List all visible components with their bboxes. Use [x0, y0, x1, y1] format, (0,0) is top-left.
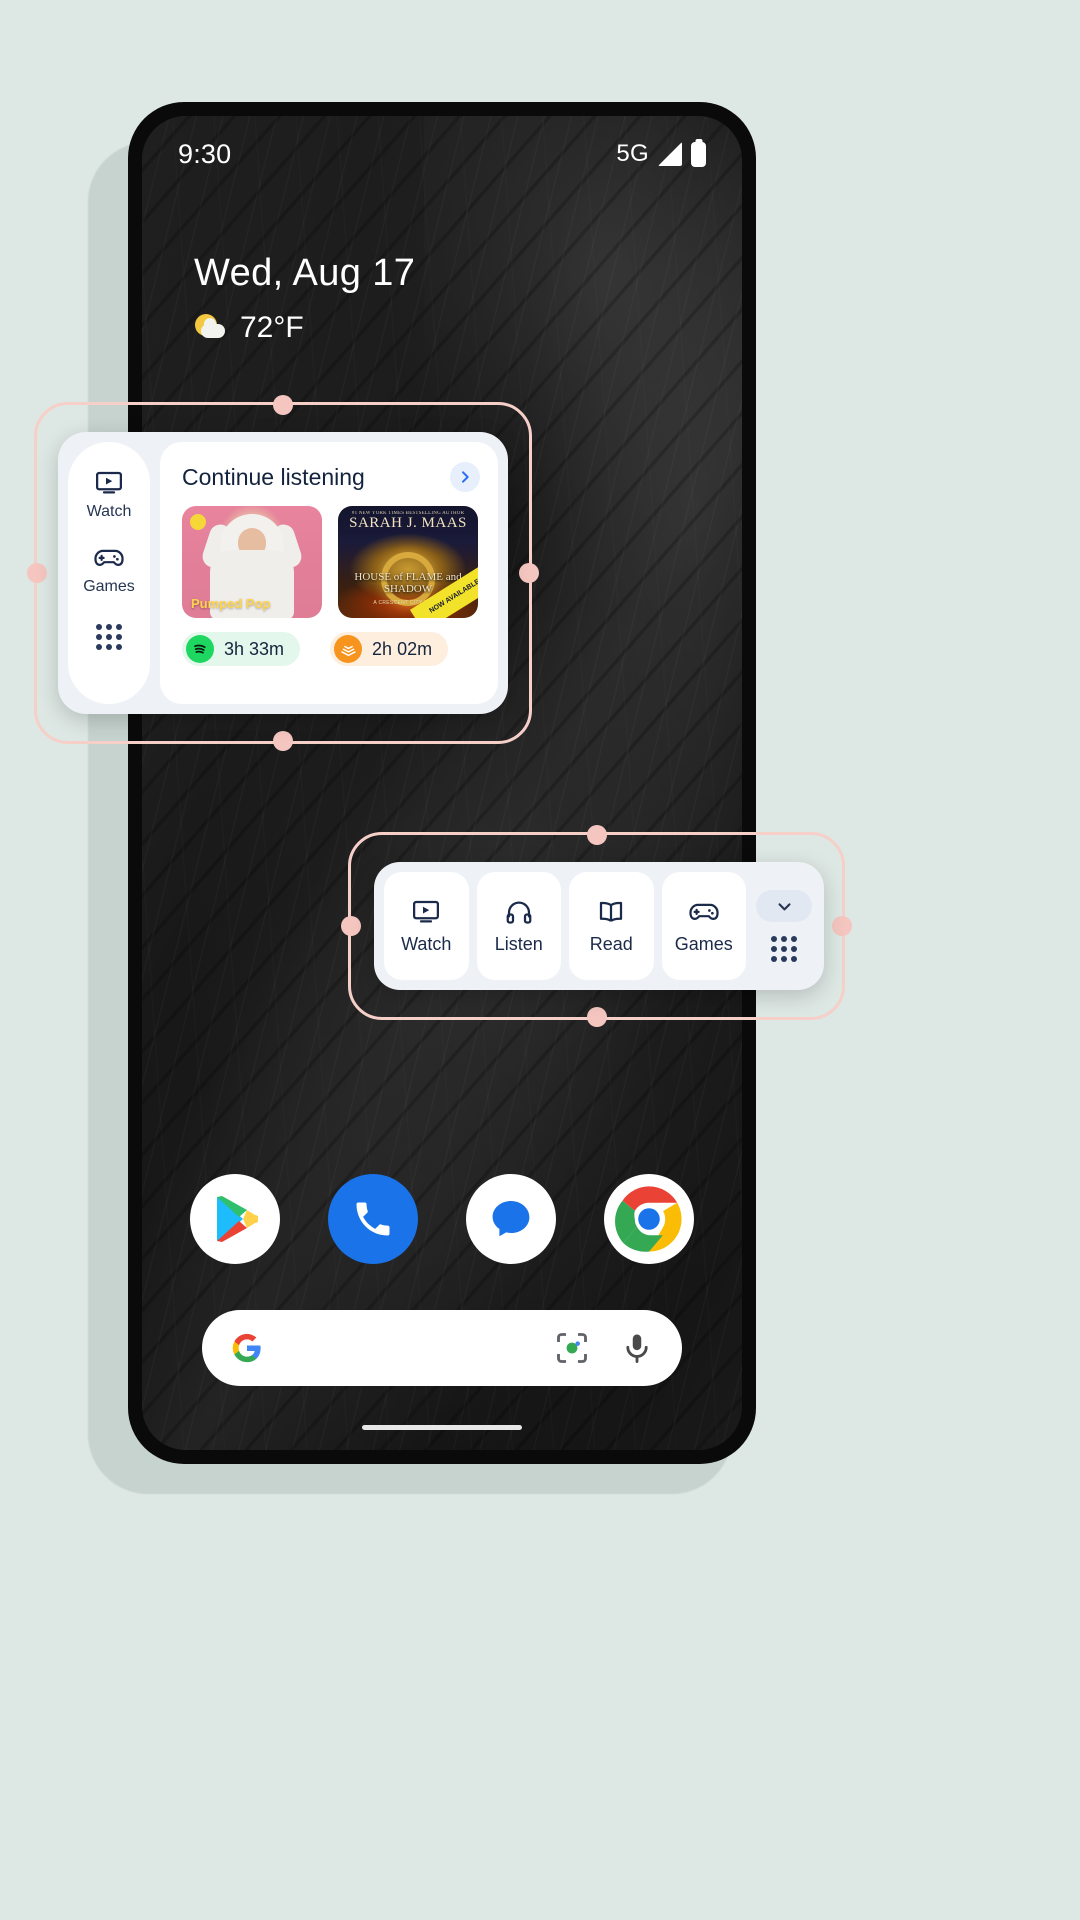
chip-spotify[interactable]: 3h 33m: [182, 632, 301, 666]
chevron-right-icon[interactable]: [450, 462, 480, 492]
app-grid-icon[interactable]: [771, 936, 797, 962]
at-a-glance[interactable]: Wed, Aug 17 72°F: [194, 252, 415, 345]
status-bar: 9:30 5G: [142, 116, 742, 192]
microphone-icon[interactable]: [620, 1331, 654, 1365]
widget-two-aside: [754, 872, 814, 980]
media-card-playlist[interactable]: Pumped Pop: [182, 506, 322, 618]
rail-label-games: Games: [83, 578, 135, 595]
headphones-icon: [504, 897, 534, 927]
rail-label-watch: Watch: [86, 503, 132, 520]
chrome-icon[interactable]: [604, 1174, 694, 1264]
category-tile-listen[interactable]: Listen: [476, 872, 561, 980]
callout2-handle-right[interactable]: [832, 916, 852, 936]
google-search-bar[interactable]: [202, 1310, 682, 1386]
callout-handle-left[interactable]: [27, 563, 47, 583]
entertainment-categories-widget[interactable]: Watch Listen Read Games: [374, 862, 824, 990]
media-card-audiobook[interactable]: #1 NEW YORK TIMES BESTSELLING AUTHOR SAR…: [338, 506, 478, 618]
app-grid-icon[interactable]: [96, 624, 122, 650]
category-label-games: Games: [674, 934, 733, 954]
status-time: 9:30: [178, 138, 232, 169]
rail-item-watch[interactable]: Watch: [86, 468, 132, 521]
widget-one-header: Continue listening: [182, 462, 480, 492]
media-card-playlist-title: Pumped Pop: [191, 596, 271, 612]
rail-item-games[interactable]: Games: [83, 543, 135, 596]
explicit-badge: [190, 514, 206, 530]
phone-screen: 9:30 5G Wed, Aug 17 72°F: [142, 116, 742, 1450]
home-indicator[interactable]: [362, 1425, 522, 1430]
google-g-icon: [230, 1331, 264, 1365]
game-controller-icon: [688, 897, 720, 927]
continue-listening-widget[interactable]: Watch Games Continue listening Pumped Po…: [58, 432, 508, 714]
glance-temperature: 72°F: [240, 311, 304, 344]
screenshot-root: 9:30 5G Wed, Aug 17 72°F Watch Games Con…: [0, 0, 1080, 1920]
widget-one-content: Continue listening Pumped Pop #1 NEW YOR…: [160, 442, 498, 704]
battery-full-icon: [691, 141, 706, 167]
widget-one-title: Continue listening: [182, 463, 365, 490]
widget-one-rail: Watch Games: [68, 442, 150, 704]
category-label-listen: Listen: [494, 934, 543, 954]
chip-spotify-duration: 3h 33m: [224, 638, 285, 659]
open-book-icon: [596, 897, 626, 927]
glance-date: Wed, Aug 17: [194, 252, 416, 294]
play-store-icon[interactable]: [190, 1174, 280, 1264]
signal-bars-icon: [658, 142, 682, 166]
widget-one-chips: 3h 33m 2h 02m: [182, 632, 480, 666]
network-label: 5G: [616, 140, 649, 167]
glance-weather[interactable]: 72°F: [194, 311, 415, 345]
audible-icon: [334, 635, 363, 663]
spotify-icon: [186, 635, 214, 663]
google-lens-icon[interactable]: [554, 1330, 590, 1366]
audiobook-author: #1 NEW YORK TIMES BESTSELLING AUTHOR SAR…: [338, 511, 478, 531]
chevron-down-icon[interactable]: [756, 890, 812, 922]
chip-audible[interactable]: 2h 02m: [330, 632, 449, 666]
phone-device: 9:30 5G Wed, Aug 17 72°F: [128, 102, 756, 1464]
game-controller-icon: [93, 543, 125, 573]
phone-icon[interactable]: [328, 1174, 418, 1264]
category-label-watch: Watch: [401, 934, 452, 954]
category-label-read: Read: [589, 934, 633, 954]
watch-tv-icon: [411, 897, 441, 927]
sun-behind-cloud-icon: [194, 314, 228, 342]
messages-icon[interactable]: [466, 1174, 556, 1264]
category-tile-read[interactable]: Read: [569, 872, 654, 980]
dock: [142, 1174, 742, 1264]
watch-tv-icon: [94, 468, 124, 498]
category-tile-games[interactable]: Games: [661, 872, 746, 980]
status-indicators: 5G: [616, 140, 706, 168]
widget-one-media-cards: Pumped Pop #1 NEW YORK TIMES BESTSELLING…: [182, 506, 480, 618]
audiobook-author-kicker: #1 NEW YORK TIMES BESTSELLING AUTHOR: [351, 511, 465, 516]
category-tile-watch[interactable]: Watch: [384, 872, 469, 980]
chip-audible-duration: 2h 02m: [372, 638, 433, 659]
